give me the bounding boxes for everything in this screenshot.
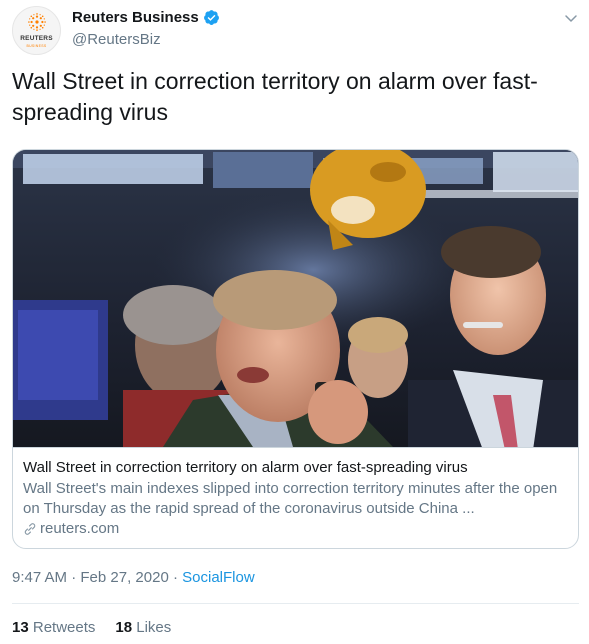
tweet-time[interactable]: 9:47 AM: [12, 569, 67, 586]
tweet-date[interactable]: Feb 27, 2020: [80, 569, 168, 586]
chevron-down-icon[interactable]: [563, 10, 579, 26]
retweets-count: 13: [12, 619, 29, 636]
reuters-logo-icon: [28, 13, 46, 31]
tweet-text: Wall Street in correction territory on a…: [12, 68, 538, 125]
card-domain[interactable]: reuters.com: [23, 519, 570, 539]
tweet: REUTERS BUSINESS Reuters Business @Reute…: [0, 0, 589, 644]
tweet-stats: 13 Retweets 18 Likes: [12, 619, 191, 636]
likes-count: 18: [115, 619, 133, 636]
card-title[interactable]: Wall Street in correction territory on a…: [23, 458, 570, 477]
card-image[interactable]: [13, 150, 578, 447]
card-domain-text: reuters.com: [40, 520, 120, 537]
display-name[interactable]: Reuters Business: [72, 9, 199, 26]
retweets-label: Retweets: [32, 619, 96, 636]
tweet-source[interactable]: SocialFlow: [182, 569, 255, 586]
card-body: Wall Street in correction territory on a…: [13, 447, 578, 548]
likes-stat[interactable]: 18 Likes: [115, 619, 171, 636]
divider: [12, 603, 579, 604]
tweet-meta: 9:47 AM · Feb 27, 2020 · SocialFlow: [12, 569, 255, 586]
likes-label: Likes: [136, 619, 172, 636]
card-description: Wall Street's main indexes slipped into …: [23, 480, 558, 517]
meta-separator-2: ·: [168, 569, 183, 586]
retweets-stat[interactable]: 13 Retweets: [12, 619, 95, 636]
link-card[interactable]: Wall Street in correction territory on a…: [12, 149, 579, 549]
avatar-wordmark: REUTERS: [20, 35, 53, 42]
meta-separator: ·: [67, 569, 81, 586]
verified-badge-icon: [203, 10, 219, 25]
name-row: Reuters Business: [72, 9, 220, 26]
avatar-subtext: BUSINESS: [26, 44, 47, 48]
handle[interactable]: @ReutersBiz: [72, 31, 161, 48]
trading-floor-photo: [13, 150, 578, 447]
link-icon: [24, 523, 36, 535]
avatar[interactable]: REUTERS BUSINESS: [12, 6, 61, 55]
